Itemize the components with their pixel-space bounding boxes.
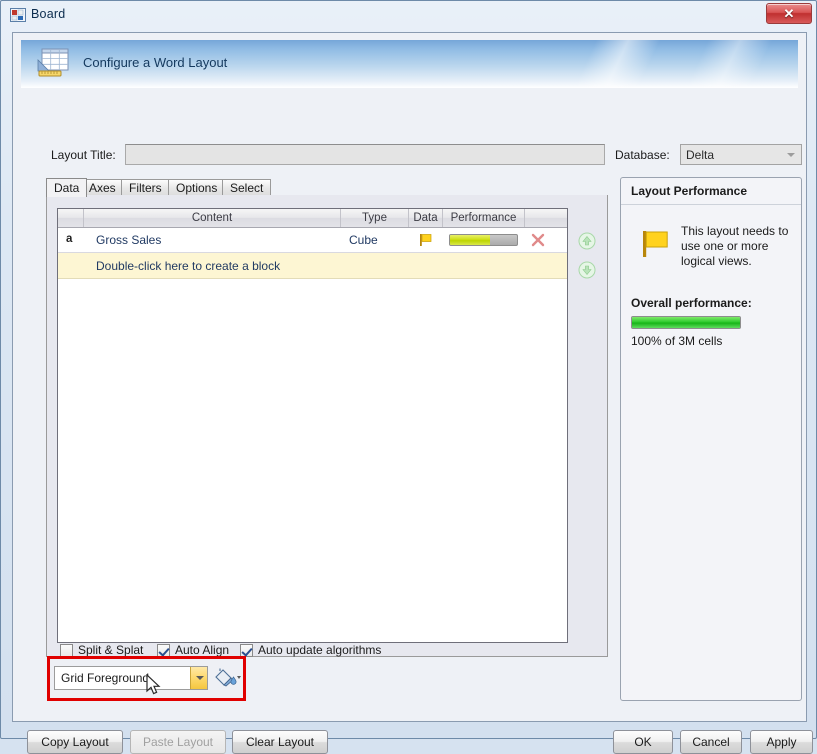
tab-options[interactable]: Options	[168, 179, 226, 196]
mouse-cursor	[146, 674, 161, 695]
layout-title-label: Layout Title:	[51, 148, 116, 162]
copy-layout-button[interactable]: Copy Layout	[27, 730, 123, 754]
window-title: Board	[31, 7, 66, 21]
database-label: Database:	[615, 148, 670, 162]
layout-grid-ruler-icon	[37, 48, 69, 77]
dialog-window: Board ✕ Configure a Word Layout Layout T…	[0, 0, 817, 754]
tab-label: Axes	[89, 181, 116, 195]
panel-divider	[621, 204, 801, 205]
tab-select[interactable]: Select	[222, 179, 272, 196]
arrow-down-circle-icon[interactable]	[578, 261, 596, 279]
overall-performance-label: Overall performance:	[631, 296, 752, 310]
create-block-label: Double-click here to create a block	[96, 259, 281, 273]
overall-performance-fill	[632, 317, 740, 328]
database-combobox[interactable]: Delta	[680, 144, 802, 165]
tab-label: Options	[176, 181, 218, 195]
page-title: Configure a Word Layout	[83, 55, 228, 70]
grid-col-marker[interactable]	[58, 209, 84, 227]
header-banner: Configure a Word Layout	[21, 40, 798, 88]
grid-col-data[interactable]: Data	[409, 209, 443, 227]
row-performance-bar	[449, 234, 518, 246]
app-window-icon	[10, 8, 26, 22]
layout-title-input[interactable]	[125, 144, 605, 165]
overall-performance-bar	[631, 316, 741, 329]
tab-label: Select	[230, 181, 264, 195]
checkbox-label: Auto Align	[175, 643, 230, 657]
row-marker: a	[66, 233, 73, 245]
paint-bucket-button[interactable]	[212, 667, 242, 688]
yellow-flag-icon	[643, 231, 668, 257]
delete-x-icon[interactable]	[530, 232, 546, 248]
chevron-down-icon	[237, 676, 241, 679]
grid-col-content[interactable]: Content	[84, 209, 341, 227]
yellow-flag-icon	[420, 234, 432, 246]
clear-layout-button[interactable]: Clear Layout	[232, 730, 328, 754]
table-row[interactable]: a Gross Sales Cube	[58, 228, 567, 253]
layout-performance-message: This layout needs to use one or more log…	[681, 224, 789, 268]
checkbox-label: Auto update algorithms	[258, 643, 382, 657]
checkbox-label: Split & Splat	[78, 643, 144, 657]
content-grid: Content Type Data Performance a Gross Sa…	[57, 208, 568, 643]
grid-col-performance[interactable]: Performance	[443, 209, 525, 227]
row-content: Gross Sales	[96, 233, 162, 247]
color-target-value: Grid Foreground	[61, 671, 150, 685]
grid-header-row: Content Type Data Performance	[58, 209, 567, 228]
overall-performance-caption: 100% of 3M cells	[631, 334, 723, 348]
title-bar: Board ✕	[1, 1, 816, 29]
database-value: Delta	[686, 148, 715, 162]
tab-strip: Data Axes Filters Options Select	[46, 178, 608, 197]
color-target-dropdown-button[interactable]	[190, 667, 207, 689]
tab-axes[interactable]: Axes	[81, 179, 124, 196]
grid-col-type[interactable]: Type	[341, 209, 409, 227]
cancel-button[interactable]: Cancel	[680, 730, 742, 754]
row-type: Cube	[349, 233, 378, 247]
dialog-client-area: Configure a Word Layout Layout Title: Da…	[12, 32, 813, 754]
apply-button[interactable]: Apply	[750, 730, 813, 754]
tab-page-data: Content Type Data Performance a Gross Sa…	[46, 195, 608, 657]
close-icon: ✕	[783, 5, 795, 21]
create-block-row[interactable]: Double-click here to create a block	[58, 253, 567, 279]
chevron-down-icon	[196, 676, 204, 680]
grid-col-actions[interactable]	[525, 209, 567, 227]
ok-button[interactable]: OK	[613, 730, 673, 754]
tab-data[interactable]: Data	[46, 178, 88, 197]
performance-bar-fill	[450, 235, 491, 245]
color-target-combobox[interactable]: Grid Foreground	[54, 666, 208, 690]
tab-label: Data	[54, 181, 80, 195]
arrow-up-circle-icon[interactable]	[578, 232, 596, 250]
layout-performance-title: Layout Performance	[631, 184, 748, 198]
tab-filters[interactable]: Filters	[121, 179, 170, 196]
tab-label: Filters	[129, 181, 162, 195]
close-button[interactable]: ✕	[766, 3, 812, 24]
paste-layout-button: Paste Layout	[130, 730, 226, 754]
chevron-down-icon	[787, 153, 795, 157]
layout-performance-panel: Layout Performance This layout needs to …	[620, 177, 802, 701]
